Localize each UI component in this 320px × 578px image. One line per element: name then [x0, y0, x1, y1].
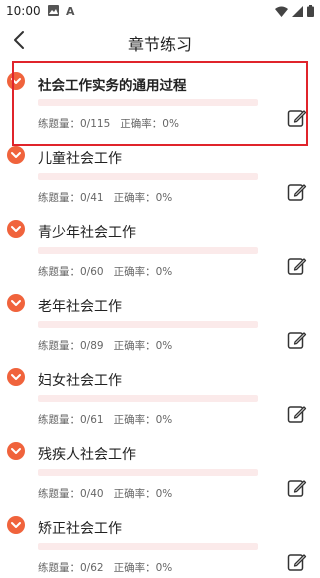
edit-icon	[287, 258, 307, 275]
progress-bar	[38, 469, 258, 476]
practice-button[interactable]	[287, 478, 307, 498]
chapter-stats: 练题量：0/89 正确率：0%	[38, 338, 172, 353]
chapter-title: 矫正社会工作	[38, 521, 122, 537]
progress-bar	[38, 543, 258, 550]
practiced-value: 0/61	[80, 414, 104, 426]
progress-bar	[38, 173, 258, 180]
chapter-item[interactable]: 残疾人社会工作 练题量：0/40 正确率：0%	[0, 430, 320, 504]
practice-button[interactable]	[287, 256, 307, 276]
chevron-down-icon	[7, 368, 25, 386]
practiced-label: 练题量：	[38, 340, 80, 352]
status-bar: 10:00 A	[0, 0, 320, 22]
accuracy-label: 正确率：	[113, 192, 156, 204]
practice-button[interactable]	[287, 108, 307, 128]
accuracy-label: 正确率：	[113, 488, 156, 500]
edit-icon	[287, 406, 307, 423]
chevron-down-icon	[7, 442, 25, 460]
accuracy-label: 正确率：	[113, 266, 156, 278]
practiced-value: 0/89	[80, 340, 104, 352]
practice-button[interactable]	[287, 182, 307, 202]
practiced-value: 0/62	[80, 562, 104, 574]
chapter-list: 社会工作实务的通用过程 练题量：0/115 正确率：0% 儿童社会工作 练题量：0…	[0, 60, 320, 578]
chevron-down-icon	[7, 72, 25, 90]
practiced-label: 练题量：	[38, 118, 80, 130]
font-icon: A	[66, 5, 75, 16]
header: 章节练习	[0, 22, 320, 60]
chapter-item[interactable]: 儿童社会工作 练题量：0/41 正确率：0%	[0, 134, 320, 208]
accuracy-value: 0%	[155, 414, 173, 426]
chevron-down-icon	[7, 146, 25, 164]
edit-icon	[287, 332, 307, 349]
chapter-stats: 练题量：0/115 正确率：0%	[38, 116, 179, 131]
practiced-value: 0/60	[80, 266, 104, 278]
accuracy-label: 正确率：	[113, 340, 156, 352]
edit-icon	[287, 184, 307, 201]
practiced-label: 练题量：	[38, 488, 80, 500]
chapter-stats: 练题量：0/40 正确率：0%	[38, 486, 172, 501]
status-time: 10:00	[6, 4, 41, 18]
edit-icon	[287, 554, 307, 571]
battery-icon	[307, 5, 314, 17]
chapter-title: 青少年社会工作	[38, 225, 136, 241]
accuracy-label: 正确率：	[120, 118, 163, 130]
practice-button[interactable]	[287, 404, 307, 424]
svg-text:A: A	[66, 5, 75, 16]
progress-bar	[38, 321, 258, 328]
chapter-item[interactable]: 老年社会工作 练题量：0/89 正确率：0%	[0, 282, 320, 356]
accuracy-value: 0%	[155, 192, 173, 204]
chapter-item[interactable]: 青少年社会工作 练题量：0/60 正确率：0%	[0, 208, 320, 282]
system-icons	[275, 5, 314, 17]
progress-bar	[38, 247, 258, 254]
image-icon	[48, 5, 59, 16]
chapter-title: 社会工作实务的通用过程	[38, 78, 187, 94]
edit-icon	[287, 110, 307, 127]
notification-icons: A	[48, 5, 76, 16]
chapter-item[interactable]: 社会工作实务的通用过程 练题量：0/115 正确率：0%	[0, 60, 320, 134]
practiced-label: 练题量：	[38, 192, 80, 204]
practiced-value: 0/40	[80, 488, 104, 500]
chapter-stats: 练题量：0/61 正确率：0%	[38, 412, 172, 427]
chapter-title: 儿童社会工作	[38, 151, 122, 167]
accuracy-label: 正确率：	[113, 414, 156, 426]
accuracy-value: 0%	[155, 562, 173, 574]
progress-bar	[38, 395, 258, 402]
chapter-stats: 练题量：0/41 正确率：0%	[38, 190, 172, 205]
accuracy-label: 正确率：	[113, 562, 156, 574]
practiced-value: 0/41	[80, 192, 104, 204]
chapter-title: 老年社会工作	[38, 299, 122, 315]
accuracy-value: 0%	[155, 340, 173, 352]
edit-icon	[287, 480, 307, 497]
wifi-icon	[275, 6, 288, 17]
practiced-label: 练题量：	[38, 266, 80, 278]
practiced-label: 练题量：	[38, 562, 80, 574]
accuracy-value: 0%	[155, 266, 173, 278]
chevron-down-icon	[7, 516, 25, 534]
signal-icon	[292, 5, 303, 17]
accuracy-value: 0%	[155, 488, 173, 500]
practiced-label: 练题量：	[38, 414, 80, 426]
practice-button[interactable]	[287, 330, 307, 350]
chapter-title: 妇女社会工作	[38, 373, 122, 389]
chapter-stats: 练题量：0/60 正确率：0%	[38, 264, 172, 279]
progress-bar	[38, 99, 258, 106]
chapter-title: 残疾人社会工作	[38, 447, 136, 463]
chevron-down-icon	[7, 220, 25, 238]
chapter-item[interactable]: 妇女社会工作 练题量：0/61 正确率：0%	[0, 356, 320, 430]
practiced-value: 0/115	[80, 118, 111, 130]
page-title: 章节练习	[127, 35, 192, 54]
chapter-item[interactable]: 矫正社会工作 练题量：0/62 正确率：0%	[0, 504, 320, 578]
practice-button[interactable]	[287, 552, 307, 572]
accuracy-value: 0%	[162, 118, 179, 130]
chevron-down-icon	[7, 294, 25, 312]
